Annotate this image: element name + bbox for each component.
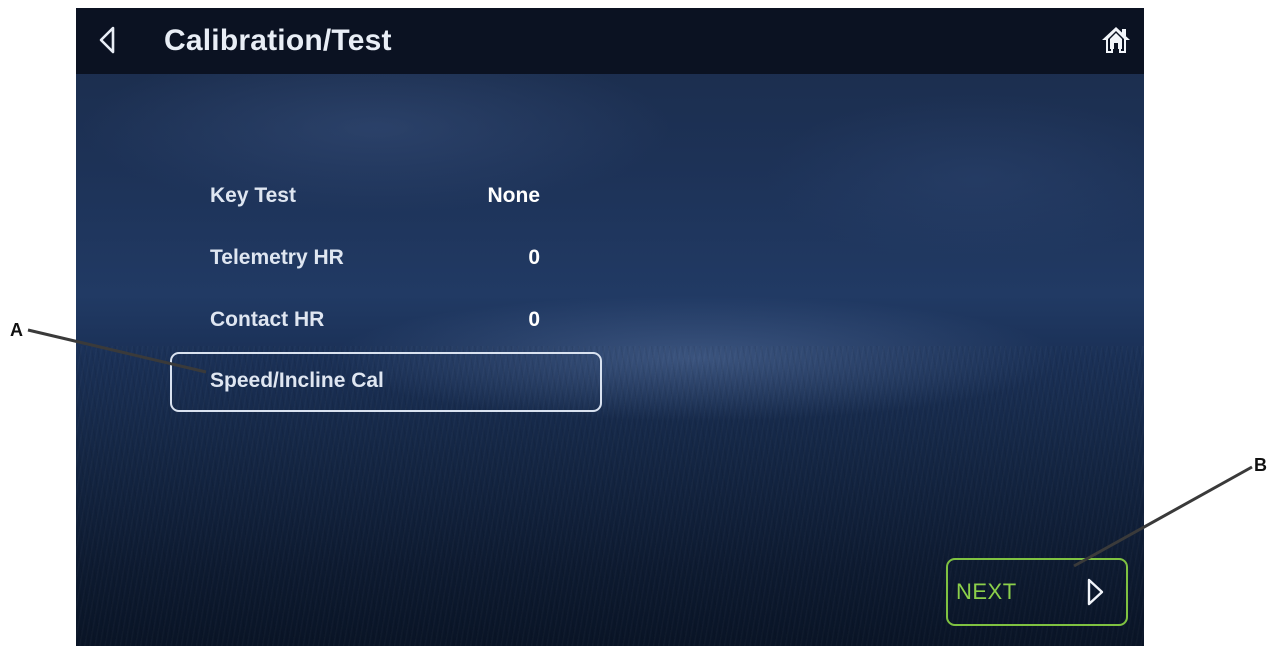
figure: Calibration/Test Key Test None Telemetry…	[0, 0, 1278, 646]
callout-b-letter: B	[1254, 455, 1267, 475]
back-button[interactable]	[90, 22, 124, 58]
chevron-right-outline-icon	[1087, 578, 1104, 606]
row-contact-hr[interactable]: Contact HR 0	[210, 303, 540, 337]
row-value: None	[487, 184, 541, 207]
next-button[interactable]: NEXT	[946, 558, 1128, 626]
callout-a-letter: A	[10, 320, 23, 340]
row-value: 0	[528, 308, 540, 331]
row-label: Key Test	[210, 184, 296, 207]
next-label: NEXT	[956, 579, 1017, 604]
title-bar: Calibration/Test	[76, 8, 1144, 74]
row-key-test[interactable]: Key Test None	[210, 179, 540, 213]
speed-incline-cal-label: Speed/Incline Cal	[210, 369, 384, 392]
row-label: Contact HR	[210, 308, 325, 331]
row-label: Telemetry HR	[210, 246, 344, 269]
speed-incline-cal-button[interactable]: Speed/Incline Cal	[170, 352, 602, 412]
home-icon	[1102, 27, 1130, 53]
console-screen: Calibration/Test Key Test None Telemetry…	[76, 8, 1144, 646]
home-button[interactable]	[1098, 22, 1134, 58]
chevron-left-outline-icon	[99, 26, 115, 54]
page-title: Calibration/Test	[164, 24, 392, 57]
row-telemetry-hr[interactable]: Telemetry HR 0	[210, 241, 540, 275]
row-value: 0	[528, 246, 540, 269]
